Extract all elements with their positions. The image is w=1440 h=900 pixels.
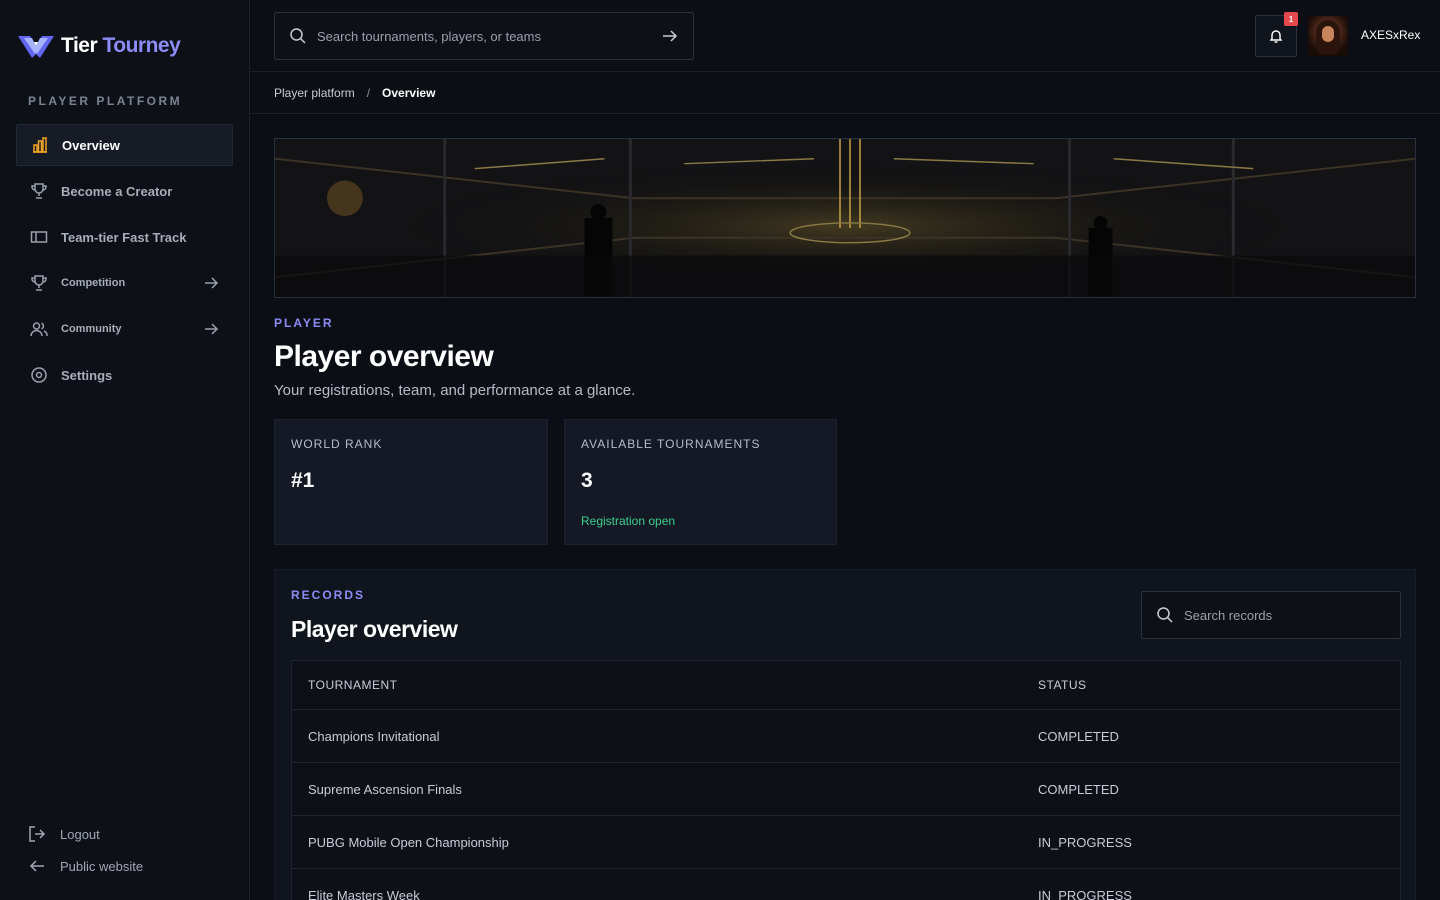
sidebar-bottom-links: Logout Public website xyxy=(28,822,143,886)
cell-status: COMPLETED xyxy=(1038,728,1119,744)
page-kicker: PLAYER xyxy=(274,316,334,330)
sidebar-item-label: Settings xyxy=(61,367,113,383)
sidebar-item-settings[interactable]: Settings xyxy=(16,354,233,396)
top-bar: 1 AXESxRex xyxy=(250,0,1440,72)
cell-status: COMPLETED xyxy=(1038,781,1119,797)
sidebar-item-label: Become a Creator xyxy=(61,183,173,199)
stat-label: WORLD RANK xyxy=(291,437,383,451)
stat-label: AVAILABLE TOURNAMENTS xyxy=(581,437,761,451)
brand-name: Tier Tourney xyxy=(61,34,181,57)
arrow-right-icon xyxy=(205,277,219,289)
records-title: Player overview xyxy=(291,616,458,642)
records-table: TOURNAMENT STATUS Champions Invitational… xyxy=(291,660,1401,900)
gear-icon xyxy=(29,365,49,385)
sidebar-item-overview[interactable]: Overview xyxy=(16,124,233,166)
stat-value: 3 xyxy=(581,469,593,492)
sidebar-nav: Overview Become a Creator Team-tier Fast… xyxy=(16,124,233,400)
trophy-icon xyxy=(29,273,49,293)
breadcrumb-parent[interactable]: Player platform xyxy=(274,86,355,100)
arrow-right-icon[interactable] xyxy=(661,27,679,45)
sidebar-item-label: Community xyxy=(61,323,122,335)
sidebar-item-competition[interactable]: Competition xyxy=(16,262,233,304)
breadcrumb-current: Overview xyxy=(382,85,436,100)
stat-card-world-rank: WORLD RANK #1 xyxy=(274,419,548,545)
user-avatar[interactable] xyxy=(1308,16,1348,56)
table-row[interactable]: Elite Masters Week IN_PROGRESS xyxy=(292,869,1400,900)
table-header: TOURNAMENT STATUS xyxy=(292,661,1400,710)
stat-note: Registration open xyxy=(581,514,676,528)
records-kicker: RECORDS xyxy=(291,588,366,602)
cell-status: IN_PROGRESS xyxy=(1038,834,1132,850)
records-search-input[interactable] xyxy=(1184,607,1386,623)
page-title: Player overview xyxy=(274,340,494,373)
arrow-left-icon xyxy=(29,860,44,872)
logout-label: Logout xyxy=(60,826,100,842)
bell-icon xyxy=(1269,30,1283,43)
public-website-label: Public website xyxy=(60,858,144,874)
logout-link[interactable]: Logout xyxy=(28,822,143,846)
sidebar-section-label: PLAYER PLATFORM xyxy=(28,94,183,108)
global-search xyxy=(274,12,694,60)
stat-value: #1 xyxy=(291,469,315,492)
breadcrumb-separator: / xyxy=(366,85,371,100)
stat-card-available-tournaments: AVAILABLE TOURNAMENTS 3 Registration ope… xyxy=(564,419,837,545)
public-website-link[interactable]: Public website xyxy=(28,854,143,878)
records-search xyxy=(1141,591,1401,639)
hero-banner-image xyxy=(274,138,1416,298)
bar-chart-icon xyxy=(30,135,50,155)
username[interactable]: AXESxRex xyxy=(1361,28,1420,42)
trophy-icon xyxy=(29,181,49,201)
sidebar-item-team-tier-fast-track[interactable]: Team-tier Fast Track xyxy=(16,216,233,258)
sidebar-item-community[interactable]: Community xyxy=(16,308,233,350)
breadcrumb: Player platform / Overview xyxy=(250,72,1440,114)
cell-tournament: Champions Invitational xyxy=(308,728,440,744)
sidebar-item-label: Competition xyxy=(61,277,126,289)
users-icon xyxy=(29,319,49,339)
table-row[interactable]: Champions Invitational COMPLETED xyxy=(292,710,1400,763)
notification-count-badge: 1 xyxy=(1284,12,1298,26)
table-row[interactable]: Supreme Ascension Finals COMPLETED xyxy=(292,763,1400,816)
cell-tournament: PUBG Mobile Open Championship xyxy=(308,834,509,850)
sidebar-item-become-creator[interactable]: Become a Creator xyxy=(16,170,233,212)
global-search-input[interactable] xyxy=(317,28,661,44)
tier-tourney-logo-icon xyxy=(18,36,54,58)
cell-status: IN_PROGRESS xyxy=(1038,887,1132,900)
brand-logo[interactable]: Tier Tourney xyxy=(16,30,181,62)
ticket-icon xyxy=(29,227,49,247)
sidebar-item-label: Team-tier Fast Track xyxy=(61,229,187,245)
table-row[interactable]: PUBG Mobile Open Championship IN_PROGRES… xyxy=(292,816,1400,869)
sidebar-item-label: Overview xyxy=(62,137,120,153)
records-panel: RECORDS Player overview TOURNAMENT STATU… xyxy=(274,569,1416,900)
column-header-tournament[interactable]: TOURNAMENT xyxy=(292,678,1038,692)
cell-tournament: Elite Masters Week xyxy=(308,887,420,900)
logout-icon xyxy=(29,826,46,842)
cell-tournament: Supreme Ascension Finals xyxy=(308,781,462,797)
sidebar: Tier Tourney PLAYER PLATFORM Overview Be… xyxy=(0,0,250,900)
column-header-status[interactable]: STATUS xyxy=(1038,678,1087,692)
arrow-right-icon xyxy=(205,323,219,335)
page-subtitle: Your registrations, team, and performanc… xyxy=(274,382,636,399)
search-icon xyxy=(1157,607,1173,623)
search-icon xyxy=(290,28,306,44)
